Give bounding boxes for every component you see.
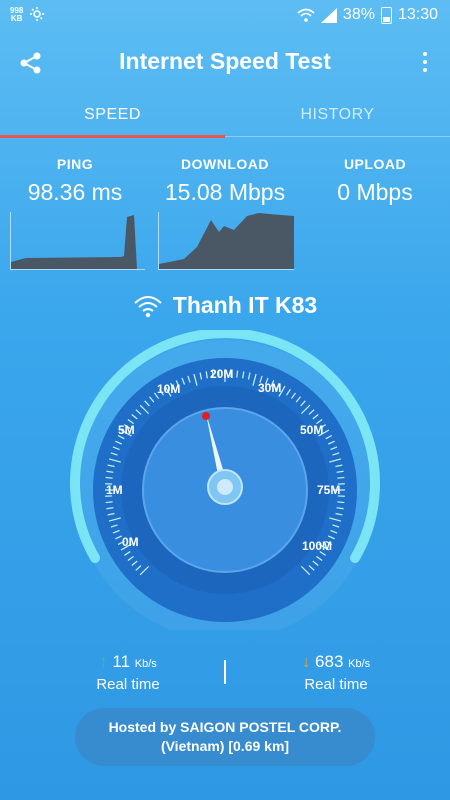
- gauge-label-10m: 10M: [157, 382, 180, 396]
- realtime-download-unit: Kb/s: [348, 658, 371, 670]
- speed-gauge: 0M 1M 5M 10M 20M 30M 50M 75M 100M: [70, 330, 380, 630]
- ping-label: PING: [56, 156, 94, 172]
- realtime-download-label: Real time: [304, 676, 368, 693]
- signal-icon: [320, 7, 337, 23]
- app-bar: Internet Speed Test: [0, 32, 450, 92]
- tab-history[interactable]: HISTORY: [225, 106, 450, 124]
- realtime-divider: [224, 660, 226, 684]
- wifi-status-icon: [297, 8, 315, 22]
- gauge-label-75m: 75M: [317, 483, 340, 497]
- network-name-row: Thanh IT K83: [0, 292, 450, 319]
- realtime-download-value: 683: [315, 652, 344, 671]
- download-graph: [158, 212, 294, 270]
- weather-icon: [30, 7, 45, 21]
- gauge-label-30m: 30M: [258, 381, 281, 395]
- gauge-label-0m: 0M: [122, 535, 139, 549]
- download-label: DOWNLOAD: [181, 156, 269, 172]
- battery-icon: [380, 6, 392, 24]
- realtime-upload-label: Real time: [96, 676, 160, 693]
- active-tab-indicator: [0, 135, 225, 138]
- download-arrow-icon: ↓: [301, 652, 311, 671]
- upload-stat: UPLOAD 0 Mbps: [300, 156, 450, 206]
- tab-speed[interactable]: SPEED: [0, 106, 225, 124]
- upload-label: UPLOAD: [343, 156, 407, 172]
- ping-graph: [10, 212, 145, 270]
- realtime-upload: ↑ 11 Kb/s Real time: [53, 652, 203, 693]
- app-title: Internet Speed Test: [119, 48, 331, 74]
- battery-percent: 38%: [342, 6, 375, 23]
- network-rate-unit: KB: [10, 14, 23, 23]
- download-value: 15.08 Mbps: [164, 179, 286, 205]
- realtime-upload-unit: Kb/s: [134, 658, 157, 670]
- status-bar: 998 KB 38% 13:30: [0, 0, 450, 32]
- ping-value: 98.36 ms: [27, 179, 123, 205]
- gauge-label-1m: 1M: [106, 483, 123, 497]
- overflow-menu-icon[interactable]: [422, 52, 428, 74]
- upload-arrow-icon: ↑: [99, 652, 108, 671]
- host-line-2: (Vietnam) [0.69 km]: [160, 738, 290, 754]
- host-line-1: Hosted by SAIGON POSTEL CORP.: [108, 719, 342, 735]
- gauge-label-100m: 100M: [302, 539, 332, 553]
- tab-bar: SPEED HISTORY: [0, 96, 450, 138]
- network-rate-indicator: 998 KB: [10, 7, 23, 23]
- download-stat: DOWNLOAD 15.08 Mbps: [150, 156, 300, 206]
- realtime-download: ↓ 683 Kb/s Real time: [261, 652, 411, 693]
- wifi-icon: [134, 295, 162, 317]
- host-info-pill[interactable]: Hosted by SAIGON POSTEL CORP. (Vietnam) …: [75, 708, 375, 766]
- gauge-label-50m: 50M: [300, 423, 323, 437]
- ping-stat: PING 98.36 ms: [0, 156, 150, 206]
- realtime-upload-value: 11: [112, 652, 131, 671]
- needle-tip-dot: [202, 412, 210, 420]
- network-name: Thanh IT K83: [172, 292, 318, 318]
- gauge-label-20m: 20M: [210, 367, 233, 381]
- gauge-label-5m: 5M: [118, 423, 135, 437]
- upload-value: 0 Mbps: [337, 179, 413, 205]
- clock: 13:30: [397, 6, 438, 23]
